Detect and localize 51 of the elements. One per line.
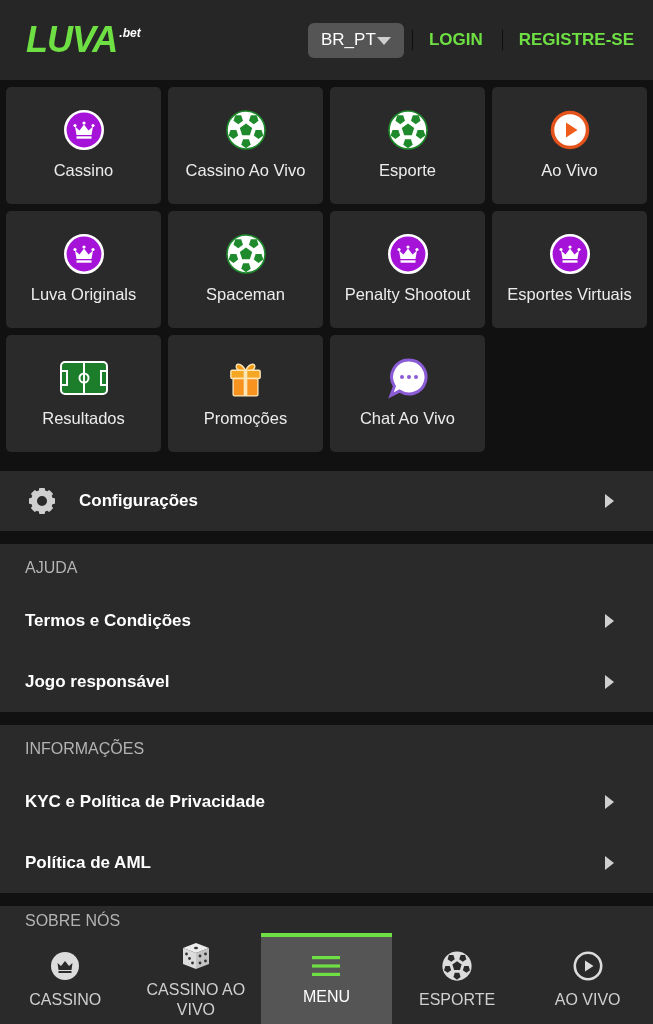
- chevron-right-icon: [605, 794, 614, 809]
- soccer-field-icon: [59, 361, 108, 395]
- soccer-ball-icon: [387, 110, 428, 150]
- logo-wordmark: LUVA: [26, 20, 118, 60]
- nav-tab[interactable]: MENU: [261, 933, 392, 1024]
- login-link[interactable]: LOGIN: [428, 30, 483, 50]
- section-heading: SOBRE NÓS: [24, 910, 122, 931]
- menu-tile[interactable]: Cassino: [6, 87, 161, 204]
- menu-row[interactable]: Política de AML: [0, 832, 653, 893]
- menu-row[interactable]: KYC e Política de Privacidade: [0, 771, 653, 832]
- section-heading: INFORMAÇÕES: [24, 738, 146, 759]
- nav-tab[interactable]: CASSINO: [0, 933, 131, 1024]
- chevron-right-icon: [605, 494, 614, 508]
- soccer-ball-icon: [442, 951, 473, 981]
- section-heading: AJUDA: [24, 558, 79, 578]
- menu-tile[interactable]: Chat Ao Vivo: [330, 335, 485, 452]
- logo-suffix: .bet: [119, 26, 141, 40]
- chat-bubble-icon: [386, 357, 429, 399]
- settings-row[interactable]: Configurações: [0, 471, 653, 531]
- nav-tab[interactable]: CASSINO AO VIVO: [130, 933, 262, 1024]
- menu-tile[interactable]: Ao Vivo: [492, 87, 647, 204]
- crown-icon: [63, 110, 104, 150]
- menu-tile[interactable]: Luva Originals: [6, 211, 161, 328]
- menu-icon: [311, 954, 342, 978]
- language-select[interactable]: BR_PT: [307, 22, 404, 58]
- nav-tab[interactable]: ESPORTE: [391, 933, 523, 1024]
- crown-icon: [549, 234, 590, 274]
- chevron-right-icon: [605, 855, 614, 870]
- menu-tile[interactable]: Resultados: [6, 335, 161, 452]
- play-icon: [549, 110, 590, 150]
- dice-icon: [180, 941, 211, 971]
- menu-tile[interactable]: Penalty Shootout: [330, 211, 485, 328]
- crown-icon: [387, 234, 428, 274]
- menu-tile[interactable]: Esporte: [330, 87, 485, 204]
- crown-icon: [63, 234, 104, 274]
- register-link[interactable]: REGISTRE-SE: [518, 30, 634, 50]
- menu-row[interactable]: Termos e Condições: [0, 590, 653, 651]
- menu-tile[interactable]: Cassino Ao Vivo: [168, 87, 323, 204]
- soccer-ball-icon: [225, 110, 266, 150]
- menu-tile[interactable]: Promoções: [168, 335, 323, 452]
- nav-tab[interactable]: AO VIVO: [522, 933, 653, 1024]
- chevron-right-icon: [605, 674, 614, 689]
- chevron-right-icon: [605, 613, 614, 628]
- play-icon: [572, 951, 603, 981]
- settings-icon: [28, 487, 56, 515]
- menu-row[interactable]: Jogo responsável: [0, 651, 653, 712]
- soccer-ball-icon: [225, 234, 266, 274]
- menu-tile[interactable]: Esportes Virtuais: [492, 211, 647, 328]
- menu-tile[interactable]: Spaceman: [168, 211, 323, 328]
- caret-down-icon: [376, 37, 391, 45]
- crown-icon: [50, 951, 81, 981]
